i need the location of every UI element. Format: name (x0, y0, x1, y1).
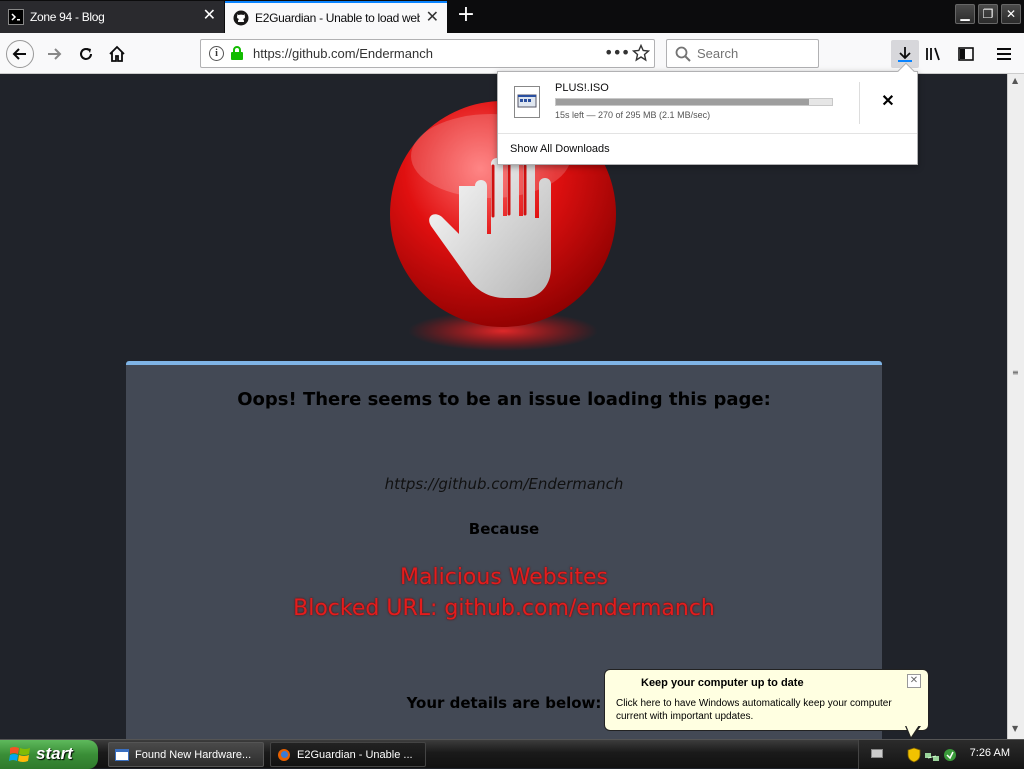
blocked-url-line: Blocked URL: github.com/endermanch (293, 596, 715, 621)
bookmark-star-icon[interactable] (631, 43, 651, 66)
cancel-download-button[interactable]: ✕ (876, 90, 900, 114)
site-favicon-icon (8, 9, 24, 25)
hamburger-menu-icon (997, 48, 1011, 60)
library-icon (926, 47, 940, 61)
scroll-down-icon[interactable]: ▼ (1012, 724, 1018, 733)
close-tab-icon[interactable]: ✕ (426, 10, 439, 26)
clock: 7:26 AM (969, 747, 1010, 759)
scroll-up-icon[interactable]: ▲ (1012, 76, 1018, 85)
system-tray: 7:26 AM (858, 740, 1024, 769)
download-progress-fill (556, 99, 809, 105)
page-actions-icon[interactable]: ••• (604, 43, 630, 62)
forward-arrow-icon (48, 48, 62, 60)
search-placeholder: Search (697, 46, 739, 61)
home-button[interactable] (103, 40, 131, 68)
download-filename: PLUS!.ISO (555, 82, 609, 94)
task-label: E2Guardian - Unable ... (297, 748, 413, 761)
keyboard-icon[interactable] (871, 749, 883, 758)
tab-e2guardian[interactable]: E2Guardian - Unable to load website ✕ (225, 1, 447, 33)
restore-button[interactable]: ❐ (978, 4, 998, 24)
update-tray-icon[interactable] (943, 747, 957, 766)
balloon-body[interactable]: Click here to have Windows automatically… (616, 697, 921, 723)
back-arrow-icon (12, 48, 26, 60)
taskbar-button-firefox[interactable]: E2Guardian - Unable ... (270, 742, 426, 767)
tab-zone94-blog[interactable]: Zone 94 - Blog ✕ (0, 1, 224, 33)
taskbar: start Found New Hardware... E2Guardian -… (0, 739, 1024, 769)
close-window-button[interactable]: ✕ (1001, 4, 1021, 24)
download-progress-bar (555, 98, 833, 106)
github-icon (233, 10, 249, 26)
iso-file-icon (514, 86, 540, 118)
search-icon (675, 46, 691, 66)
downloads-footer: Show All Downloads (498, 133, 917, 165)
windows-update-icon (617, 676, 633, 692)
download-status: 15s left — 270 of 295 MB (2.1 MB/sec) (555, 110, 711, 120)
divider (859, 82, 860, 124)
balloon-tail-fill (906, 725, 919, 737)
start-label: start (36, 744, 73, 763)
start-button[interactable]: start (0, 740, 98, 769)
library-button[interactable] (920, 40, 948, 68)
home-icon (109, 45, 125, 62)
back-button[interactable] (6, 40, 34, 68)
blocked-url: https://github.com/Endermanch (384, 475, 624, 493)
tab-title: E2Guardian - Unable to load website (255, 11, 420, 25)
sidebar-icon (958, 47, 974, 61)
vertical-scrollbar[interactable]: ▲ ≡ ▼ (1007, 74, 1024, 739)
reload-icon (80, 48, 92, 60)
error-heading: Oops! There seems to be an issue loading… (237, 389, 771, 410)
show-all-downloads-button[interactable]: Show All Downloads (510, 143, 610, 155)
tab-title: Zone 94 - Blog (30, 10, 105, 24)
block-reason: Malicious Websites (400, 565, 608, 590)
lock-icon (230, 45, 244, 65)
reload-button[interactable] (72, 40, 100, 68)
close-tab-icon[interactable]: ✕ (203, 8, 216, 24)
because-label: Because (468, 520, 540, 538)
hardware-wizard-icon (115, 748, 129, 761)
minimize-button[interactable]: ▁ (955, 4, 975, 24)
menu-button[interactable] (990, 40, 1018, 68)
download-arrow-icon (898, 47, 912, 62)
task-label: Found New Hardware... (135, 748, 252, 761)
downloads-panel: PLUS!.ISO 15s left — 270 of 295 MB (2.1 … (497, 62, 918, 165)
url-bar[interactable]: i https://github.com/Endermanch ••• (200, 39, 655, 68)
update-balloon[interactable]: Keep your computer up to date Click here… (604, 669, 929, 740)
search-input[interactable]: Search (666, 39, 819, 68)
forward-button[interactable] (40, 40, 68, 68)
balloon-close-button[interactable]: ✕ (907, 674, 921, 688)
security-shield-icon[interactable] (907, 747, 921, 767)
taskbar-button-found-new-hardware[interactable]: Found New Hardware... (108, 742, 264, 767)
balloon-title: Keep your computer up to date (641, 677, 804, 689)
navigation-toolbar: i https://github.com/Endermanch ••• Sear… (0, 33, 1024, 74)
scroll-grip-icon[interactable]: ≡ (1012, 368, 1019, 377)
network-icon[interactable] (925, 748, 939, 767)
sidebar-button[interactable] (952, 40, 980, 68)
tab-strip: Zone 94 - Blog ✕ E2Guardian - Unable to … (0, 0, 1024, 33)
page-content: Oops! There seems to be an issue loading… (0, 74, 1007, 739)
firefox-icon (277, 748, 291, 762)
new-tab-button[interactable]: + (454, 4, 478, 28)
url-text: https://github.com/Endermanch (253, 46, 433, 61)
windows-logo-icon (9, 747, 30, 762)
info-icon[interactable]: i (209, 46, 224, 61)
